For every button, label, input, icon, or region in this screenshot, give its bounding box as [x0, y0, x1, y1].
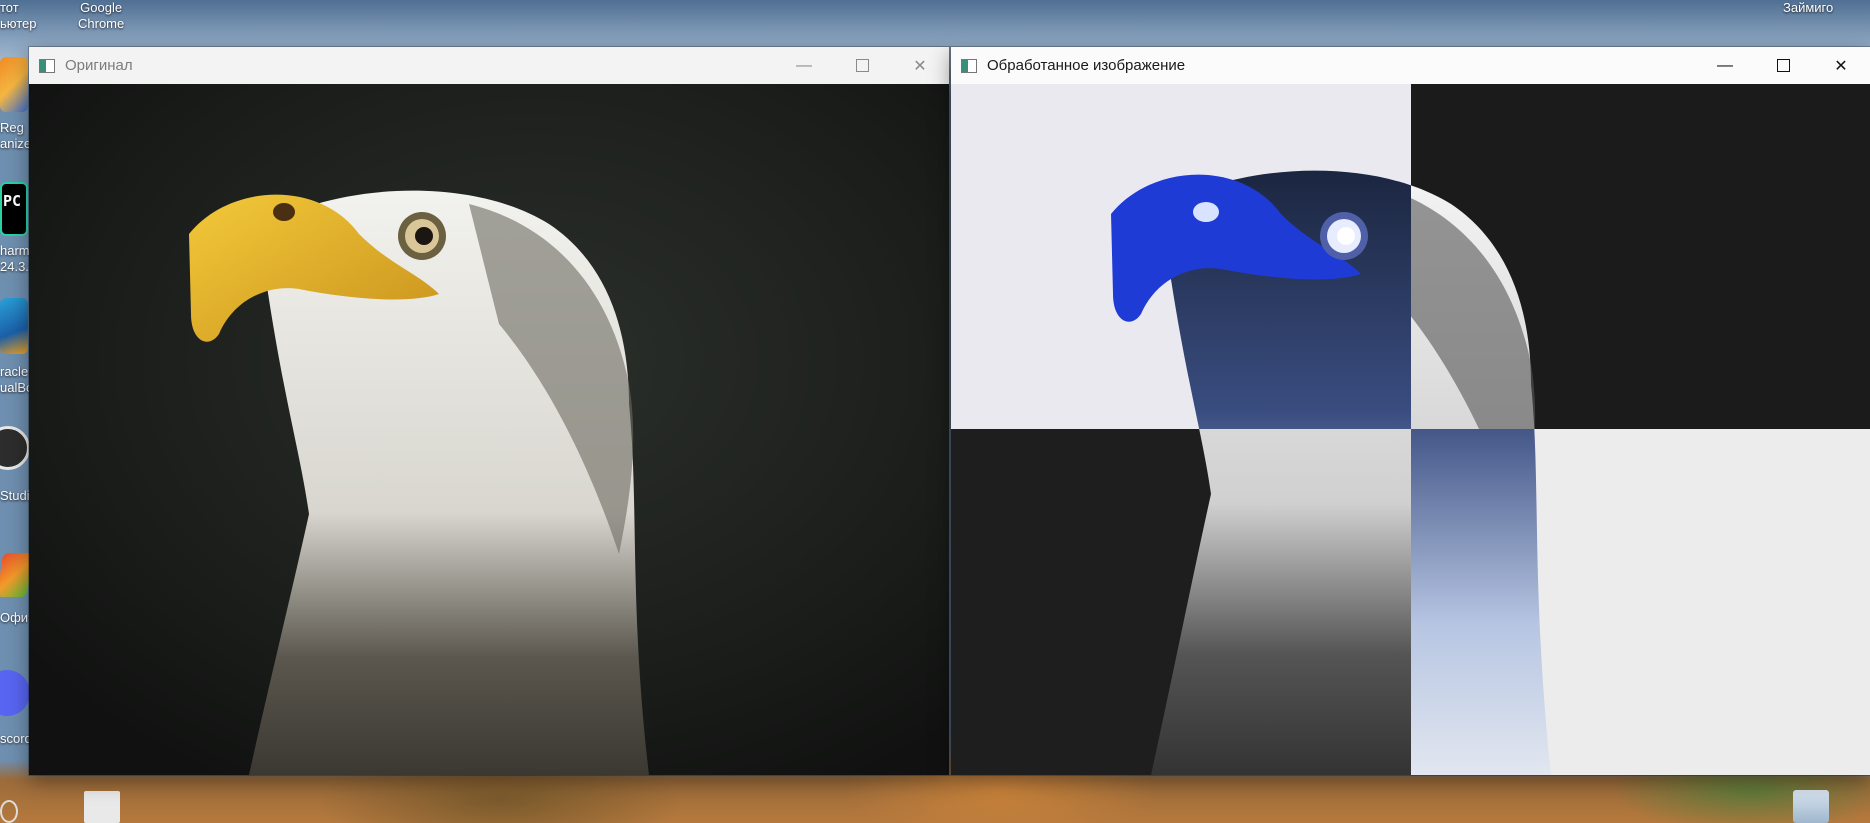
desktop-icon-label-this-pc[interactable]: тот ьютер — [0, 0, 37, 32]
label-line: Google — [80, 0, 123, 15]
label-line: Офи — [0, 610, 29, 625]
app-window-icon — [961, 58, 977, 73]
app-window-icon — [39, 58, 55, 73]
label-line: ьютер — [0, 16, 37, 31]
window-title: Оригинал — [65, 57, 133, 74]
processed-image-canvas[interactable] — [951, 84, 1870, 775]
close-button[interactable]: ✕ — [1812, 47, 1870, 84]
maximize-button[interactable] — [833, 47, 891, 84]
file-icon[interactable] — [84, 791, 120, 823]
recycle-bin-icon[interactable] — [1793, 790, 1829, 823]
original-titlebar[interactable]: Оригинал — ✕ — [29, 47, 949, 84]
close-button[interactable]: ✕ — [891, 47, 949, 84]
label-line: Studi — [0, 488, 30, 503]
close-icon: ✕ — [1834, 57, 1848, 75]
virtualbox-icon[interactable] — [0, 298, 28, 354]
app-circle-icon[interactable] — [0, 800, 18, 823]
desktop-icon-label-reg-organizer[interactable]: Reg anize — [0, 120, 31, 152]
processed-eagle-image — [951, 84, 1870, 775]
original-eagle-image — [29, 84, 949, 775]
original-window[interactable]: Оригинал — ✕ — [29, 47, 949, 775]
original-image-canvas[interactable] — [29, 84, 949, 775]
close-icon: ✕ — [913, 57, 927, 75]
processed-titlebar[interactable]: Обработанное изображение — ✕ — [951, 47, 1870, 84]
label-line: Reg — [0, 120, 24, 135]
pycharm-icon[interactable]: PC — [0, 182, 28, 236]
label-line: anize — [0, 136, 32, 151]
label-line: Займиго — [1783, 0, 1834, 15]
processed-window[interactable]: Обработанное изображение — ✕ — [951, 47, 1870, 775]
maximize-icon — [855, 59, 869, 72]
maximize-button[interactable] — [1754, 47, 1812, 84]
label-line: scord — [0, 731, 32, 746]
desktop-icon-label-zaymigo[interactable]: Займиго — [1783, 0, 1833, 16]
desktop-icon-label-discord[interactable]: scord — [0, 731, 32, 747]
desktop-icon-label-office[interactable]: Офи — [0, 610, 28, 626]
desktop-icon-label-obs[interactable]: Studi — [0, 488, 30, 504]
minimize-button[interactable]: — — [775, 47, 833, 84]
minimize-button[interactable]: — — [1696, 47, 1754, 84]
label-line: Chrome — [78, 16, 125, 31]
desktop-icon-label-chrome[interactable]: Google Chrome — [78, 0, 124, 32]
minimize-icon: — — [1717, 56, 1733, 74]
minimize-icon: — — [796, 56, 812, 74]
maximize-icon — [1776, 59, 1790, 72]
label-line: тот — [0, 0, 19, 15]
window-title: Обработанное изображение — [987, 57, 1186, 74]
reg-organizer-icon[interactable] — [0, 57, 28, 112]
